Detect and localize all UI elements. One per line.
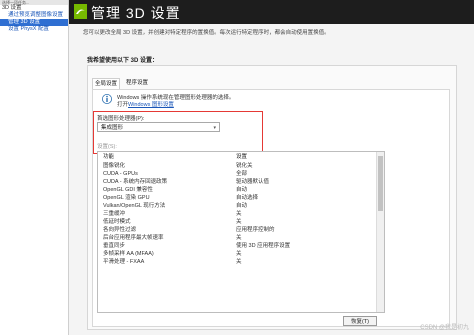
os-gpu-notice: Windows 操作系统现在管理图形处理器的选择。 打开Windows 图形设置 [117,95,234,109]
table-row[interactable]: 图像锐化 锐化关 [98,162,377,170]
feature-name: OpenGL GDI 兼容性 [103,187,153,193]
feature-setting[interactable]: 关 [236,258,242,266]
feature-name: 多帧采样 AA (MFAA) [103,251,154,257]
tree-item-3d-settings[interactable]: 3D 设置 [0,5,68,12]
table-row[interactable]: CUDA - 系统内存回退政策 驱动器默认值 [98,178,377,186]
table-row[interactable]: 平滑处理 - FXAA 关 [98,258,377,266]
feature-name: 平滑处理 - FXAA [103,259,145,265]
link-prefix: 打开 [117,102,129,108]
table-row[interactable]: OpenGL GDI 兼容性 自动 [98,186,377,194]
feature-setting[interactable]: 关 [236,218,242,226]
os-gpu-notice-line: Windows 操作系统现在管理图形处理器的选择。 [117,95,235,101]
preferred-gpu-value: 集成图形 [101,125,124,131]
table-row[interactable]: 垂直同步 使用 3D 应用程序设置 [98,242,377,250]
nvidia-icon [74,4,87,19]
feature-name: Vulkan/OpenGL 现行方法 [103,203,166,209]
feature-setting[interactable]: 应用程序控制的 [236,226,275,234]
feature-setting[interactable]: 关 [236,234,242,242]
table-row[interactable]: 后台应用程序最大帧速率 关 [98,234,377,242]
feature-name: CUDA - GPUs [103,171,138,177]
preferred-gpu-select[interactable]: 集成图形 ▾ [97,122,220,132]
tree-item-physx[interactable]: 设置 PhysX 配置 [0,26,68,33]
settings-panel: 全局设置 程序设置 Windows 操作系统现在管理图形处理器的选择。 打开Wi… [87,65,457,330]
feature-name: OpenGL 渲染 GPU [103,195,150,201]
table-row[interactable]: 三重缓冲 关 [98,210,377,218]
settings-label: 设置(S): [97,144,117,150]
feature-name: 垂直同步 [103,243,126,249]
feature-setting[interactable]: 关 [236,210,242,218]
page-title: 管理 3D 设置 [91,5,181,21]
table-row[interactable]: 低延时模式 关 [98,218,377,226]
feature-setting[interactable]: 驱动器默认值 [236,178,269,186]
table-row[interactable]: 多帧采样 AA (MFAA) 关 [98,250,377,258]
settings-rows: 图像锐化 锐化关 CUDA - GPUs 全部 CUDA - 系统内存回退政策 驱动器默认… [98,162,377,266]
feature-name: 各向异性过滤 [103,227,137,233]
table-row[interactable]: Vulkan/OpenGL 现行方法 自动 [98,202,377,210]
feature-setting[interactable]: 自动 [236,202,247,210]
tab-content: Windows 操作系统现在管理图形处理器的选择。 打开Windows 图形设置… [92,89,450,327]
column-header-setting: 设置 [236,154,248,160]
feature-setting[interactable]: 使用 3D 应用程序设置 [236,242,290,250]
feature-setting[interactable]: 锐化关 [236,162,253,170]
tree-item-preview-adjust[interactable]: 通过预览调整图像设置 [0,12,68,19]
column-header-feature: 功能 [103,154,115,160]
feature-setting[interactable]: 关 [236,250,242,258]
feature-setting[interactable]: 自动选择 [236,194,258,202]
table-row[interactable]: CUDA - GPUs 全部 [98,170,377,178]
preferred-gpu-label: 首选图形处理器(P): [97,116,145,122]
feature-name: 图像锐化 [103,163,126,169]
feature-setting[interactable]: 自动 [236,186,247,194]
settings-table: 功能 设置 图像锐化 锐化关 CUDA - GPUs 全部 CUDA - 系统内存回退政… [97,151,385,313]
feature-name: 低延时模式 [103,219,131,225]
feature-name: 三重缓冲 [103,211,126,217]
windows-graphics-settings-link[interactable]: Windows 图形设置 [128,102,174,108]
table-row[interactable]: OpenGL 渲染 GPU 自动选择 [98,194,377,202]
tab-program-settings[interactable]: 程序设置 [124,78,150,89]
settings-lead-text: 我希望使用以下 3D 设置： [87,58,159,64]
table-row[interactable]: 各向异性过滤 应用程序控制的 [98,226,377,234]
watermark: CSDN @我是初九 [420,325,469,331]
chevron-down-icon: ▾ [213,125,216,131]
task-tree-pane: 选择一项任务... 3D 设置 通过预览调整图像设置 管理 3D 设置 设置 P… [0,0,69,335]
page-description: 您可以更改全局 3D 设置，并创建对特定程序的置换值。每次运行特定程序时，都会自… [83,30,330,36]
tree-item-manage-3d[interactable]: 管理 3D 设置 [0,19,68,26]
scrollbar[interactable] [376,152,384,312]
info-icon [102,94,112,104]
feature-name: 后台应用程序最大帧速率 [103,235,164,241]
page-header: 管理 3D 设置 [69,0,474,24]
main-content: 您可以更改全局 3D 设置，并创建对特定程序的置换值。每次运行特定程序时，都会自… [69,24,474,335]
restore-button[interactable]: 恢复(T) [343,316,377,326]
os-gpu-notice-link-line: 打开Windows 图形设置 [117,102,234,109]
scrollbar-thumb[interactable] [378,156,383,211]
feature-setting[interactable]: 全部 [236,170,247,178]
settings-table-header: 功能 设置 [98,152,377,162]
feature-name: CUDA - 系统内存回退政策 [103,179,168,185]
